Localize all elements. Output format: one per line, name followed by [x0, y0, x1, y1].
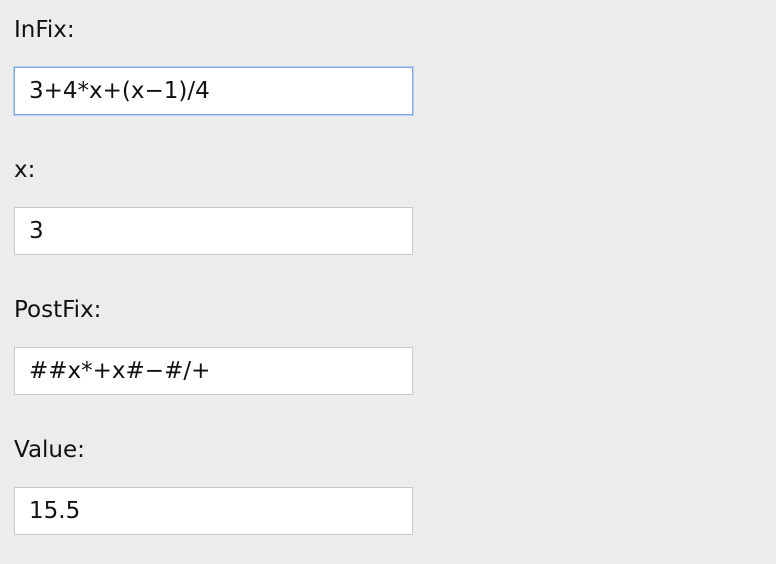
- x-label: x:: [14, 157, 36, 183]
- x-input[interactable]: [14, 207, 413, 255]
- postfix-output[interactable]: [14, 347, 413, 395]
- postfix-label: PostFix:: [14, 297, 102, 323]
- infix-label: InFix:: [14, 17, 75, 43]
- value-output[interactable]: [14, 487, 413, 535]
- value-label: Value:: [14, 437, 85, 463]
- infix-input[interactable]: [14, 67, 413, 115]
